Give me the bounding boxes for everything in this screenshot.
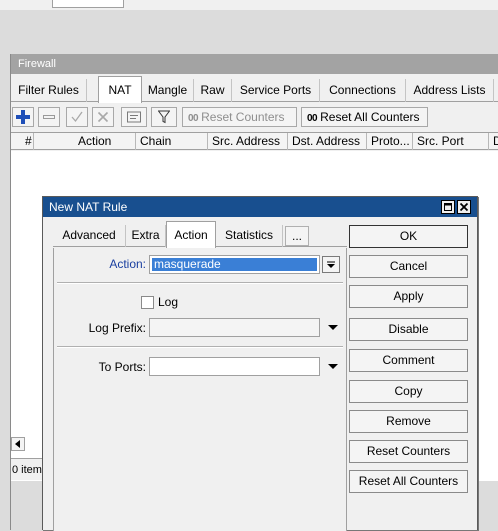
dropdown-arrow-icon [327, 261, 335, 268]
column-dst-port[interactable]: Ds [489, 133, 498, 150]
filter-icon [158, 110, 170, 124]
action-label: Action: [109, 257, 146, 271]
reset-counters-button[interactable]: 00 Reset Counters [182, 107, 297, 127]
tab-address-lists[interactable]: Address Lists [406, 79, 494, 102]
reset-counters-button[interactable]: Reset Counters [349, 440, 468, 463]
reset-all-counters-button[interactable]: 00 Reset All Counters [301, 107, 428, 127]
reset-counters-label: Reset Counters [201, 110, 285, 124]
copy-button[interactable]: Copy [349, 380, 468, 403]
dropdown-arrow-icon[interactable] [326, 321, 340, 335]
tab-advanced[interactable]: Advanced [53, 225, 126, 247]
log-label: Log [158, 295, 179, 309]
column-protocol[interactable]: Proto... [367, 133, 413, 150]
top-strip [0, 0, 498, 10]
firewall-tabs: Filter Rules NAT Mangle Raw Service Port… [11, 76, 498, 103]
ok-button[interactable]: OK [349, 225, 468, 248]
apply-button[interactable]: Apply [349, 285, 468, 308]
tab-mangle[interactable]: Mangle [142, 79, 194, 102]
tab-action[interactable]: Action [166, 221, 216, 248]
nat-toolbar: 00 Reset Counters 00 Reset All Counters [11, 104, 498, 130]
workspace-background [0, 10, 498, 54]
scroll-left-arrow-icon [15, 440, 20, 448]
close-icon [459, 202, 469, 212]
tab-statistics[interactable]: Statistics [216, 225, 283, 247]
dialog-title: New NAT Rule [43, 197, 477, 217]
dropdown-arrow-icon[interactable] [326, 360, 340, 374]
comment-icon [127, 111, 141, 123]
action-value: masquerade [152, 257, 223, 271]
disable-button[interactable]: Disable [349, 318, 468, 341]
maximize-button[interactable] [441, 200, 455, 214]
to-ports-input[interactable] [149, 357, 320, 376]
tab-nat[interactable]: NAT [98, 76, 142, 103]
close-button[interactable] [457, 200, 471, 214]
tab-connections[interactable]: Connections [320, 79, 406, 102]
nat-rules-table-header: # Action Chain Src. Address Dst. Address… [11, 132, 498, 150]
counter-icon: 00 [188, 113, 199, 124]
action-tab-panel: Action: masquerade Log Log Prefix: To Po… [53, 248, 347, 531]
column-chain[interactable]: Chain [136, 133, 208, 150]
section-divider [57, 282, 343, 284]
action-dropdown-button[interactable] [322, 256, 340, 273]
disable-button[interactable] [92, 107, 114, 127]
enable-button[interactable] [66, 107, 88, 127]
minus-icon [43, 115, 55, 119]
filter-button[interactable] [151, 107, 177, 127]
log-prefix-label: Log Prefix: [88, 321, 146, 335]
maximize-icon [444, 203, 452, 211]
column-spacer [34, 133, 74, 150]
tab-service-ports[interactable]: Service Ports [232, 79, 320, 102]
log-checkbox[interactable] [141, 296, 154, 309]
remove-button[interactable] [38, 107, 60, 127]
tab-raw[interactable]: Raw [194, 79, 232, 102]
column-action[interactable]: Action [74, 133, 136, 150]
new-nat-rule-dialog: New NAT Rule Advanced Extra Action Stati… [42, 196, 478, 531]
action-select[interactable]: masquerade [149, 255, 320, 274]
tab-extra[interactable]: Extra [126, 225, 166, 247]
dialog-tabs: Advanced Extra Action Statistics ... [53, 221, 347, 248]
to-ports-label: To Ports: [98, 360, 146, 374]
remove-button[interactable]: Remove [349, 410, 468, 433]
check-icon [71, 111, 83, 123]
log-prefix-input[interactable] [149, 318, 320, 337]
comment-button[interactable] [121, 107, 147, 127]
column-number[interactable]: # [11, 133, 34, 150]
cross-icon [97, 111, 109, 123]
firewall-window-title: Firewall [11, 54, 498, 74]
add-button[interactable] [12, 107, 34, 127]
column-dst-address[interactable]: Dst. Address [288, 133, 367, 150]
counter-icon: 00 [307, 113, 318, 124]
column-src-port[interactable]: Src. Port [413, 133, 489, 150]
tab-filter-rules[interactable]: Filter Rules [11, 79, 87, 102]
reset-all-counters-label: Reset All Counters [320, 110, 420, 124]
comment-button[interactable]: Comment [349, 349, 468, 372]
plus-icon [16, 110, 30, 124]
cancel-button[interactable]: Cancel [349, 255, 468, 278]
scroll-left-button[interactable] [11, 437, 25, 451]
reset-all-counters-button[interactable]: Reset All Counters [349, 470, 468, 493]
column-src-address[interactable]: Src. Address [208, 133, 288, 150]
section-divider [57, 346, 343, 348]
tab-more[interactable]: ... [285, 226, 309, 246]
top-input-box[interactable] [52, 0, 124, 8]
